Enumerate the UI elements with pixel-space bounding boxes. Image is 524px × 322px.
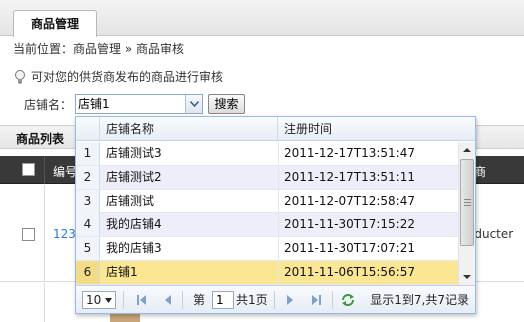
column-divider [44,156,45,184]
page-number-input[interactable] [212,291,234,309]
column-divider [278,213,279,237]
column-divider [278,260,279,284]
pagination-bar: 10 第 共1页 显示1到7, [76,285,475,313]
pager-separator [123,291,124,309]
list-item[interactable]: 5 我的店铺3 2011-11-30T17:07:21 [76,237,458,261]
list-item[interactable]: 2 店铺测试2 2011-12-17T13:51:11 [76,165,458,190]
chevron-down-icon [105,298,112,303]
row-number: 3 [76,189,100,213]
register-time-cell: 2011-11-30T17:07:21 [284,241,415,256]
lightbulb-icon [15,69,25,83]
store-dropdown-grid: 店铺名称 注册时间 1 店铺测试3 2011-12-17T13:51:47 2 … [75,116,476,314]
pager-separator [332,291,333,309]
row-number: 1 [76,142,100,165]
list-item[interactable]: 3 店铺测试 2011-12-07T12:58:47 [76,189,458,214]
tab-bar: 商品管理 [0,0,524,37]
register-time-cell: 2011-12-17T13:51:11 [284,169,415,184]
list-item-selected[interactable]: 6 店铺1 2011-11-06T15:56:57 [76,260,458,285]
pager-separator [182,291,183,309]
breadcrumb: 当前位置：商品管理 » 商品审核 [13,42,184,56]
scrollbar-grip [464,199,471,200]
tab-product-management[interactable]: 商品管理 [13,10,97,37]
row-number: 4 [76,213,100,237]
hint-text: 可对您的供货商发布的商品进行审核 [31,70,224,84]
store-name-cell: 店铺1 [106,264,138,279]
row-number: 5 [76,237,100,261]
column-divider [278,189,279,213]
row-number-header [76,117,100,141]
page-size-value: 10 [86,293,102,307]
list-item[interactable]: 1 店铺测试3 2011-12-17T13:51:47 [76,142,458,166]
pager-separator [274,291,275,309]
store-name-cell: 店铺测试 [106,193,155,208]
column-header-register-time[interactable]: 注册时间 [278,117,456,141]
store-name-cell: 我的店铺4 [106,217,162,232]
record-count-info: 显示1到7,共7记录 [370,293,469,307]
last-page-icon[interactable] [308,292,324,308]
vertical-scrollbar[interactable] [458,142,475,285]
row-checkbox[interactable] [22,228,35,241]
register-time-cell: 2011-11-30T17:15:22 [284,217,415,232]
list-item[interactable]: 4 我的店铺4 2011-11-30T17:15:22 [76,213,458,238]
scrollbar-thumb[interactable] [460,159,474,246]
chevron-down-icon [190,101,199,107]
row-number: 2 [76,165,100,189]
dropdown-grid-header: 店铺名称 注册时间 [76,117,475,141]
column-divider [44,185,45,282]
register-time-cell: 2011-12-17T13:51:47 [284,146,415,160]
select-all-checkbox[interactable] [22,163,35,176]
store-combobox[interactable] [75,94,203,114]
page-prefix-text: 第 [193,293,206,307]
column-header-store-name[interactable]: 店铺名称 [100,117,278,141]
first-page-icon[interactable] [134,292,150,308]
refresh-icon[interactable] [340,292,356,308]
page-size-select[interactable]: 10 [82,291,116,309]
column-divider [278,237,279,261]
previous-page-icon[interactable] [160,292,176,308]
hint-line: 可对您的供货商发布的商品进行审核 [13,68,223,85]
row-number: 6 [76,260,100,284]
store-name-cell: 我的店铺3 [106,241,162,256]
column-divider [278,165,279,189]
column-header-number[interactable]: 编号 [53,163,77,180]
store-name-cell: 店铺测试2 [106,169,162,184]
dropdown-grid-body: 1 店铺测试3 2011-12-17T13:51:47 2 店铺测试2 2011… [76,142,458,285]
column-divider [44,283,45,322]
combo-dropdown-button[interactable] [185,95,202,113]
store-name-cell: 店铺测试3 [106,146,162,160]
scroll-down-icon[interactable] [459,269,475,285]
product-thumbnail [110,313,140,322]
next-page-icon[interactable] [282,292,298,308]
product-list-title: 商品列表 [16,132,65,146]
register-time-cell: 2011-12-07T12:58:47 [284,193,415,208]
scroll-up-icon[interactable] [459,142,475,158]
store-name-input[interactable] [78,96,182,112]
search-button[interactable]: 搜索 [208,94,245,114]
store-name-label: 店铺名： [24,98,73,112]
register-time-cell: 2011-11-06T15:56:57 [284,264,415,279]
product-number-link[interactable]: 123 [53,227,76,241]
page-total-text: 共1页 [236,293,268,307]
column-divider [278,142,279,165]
